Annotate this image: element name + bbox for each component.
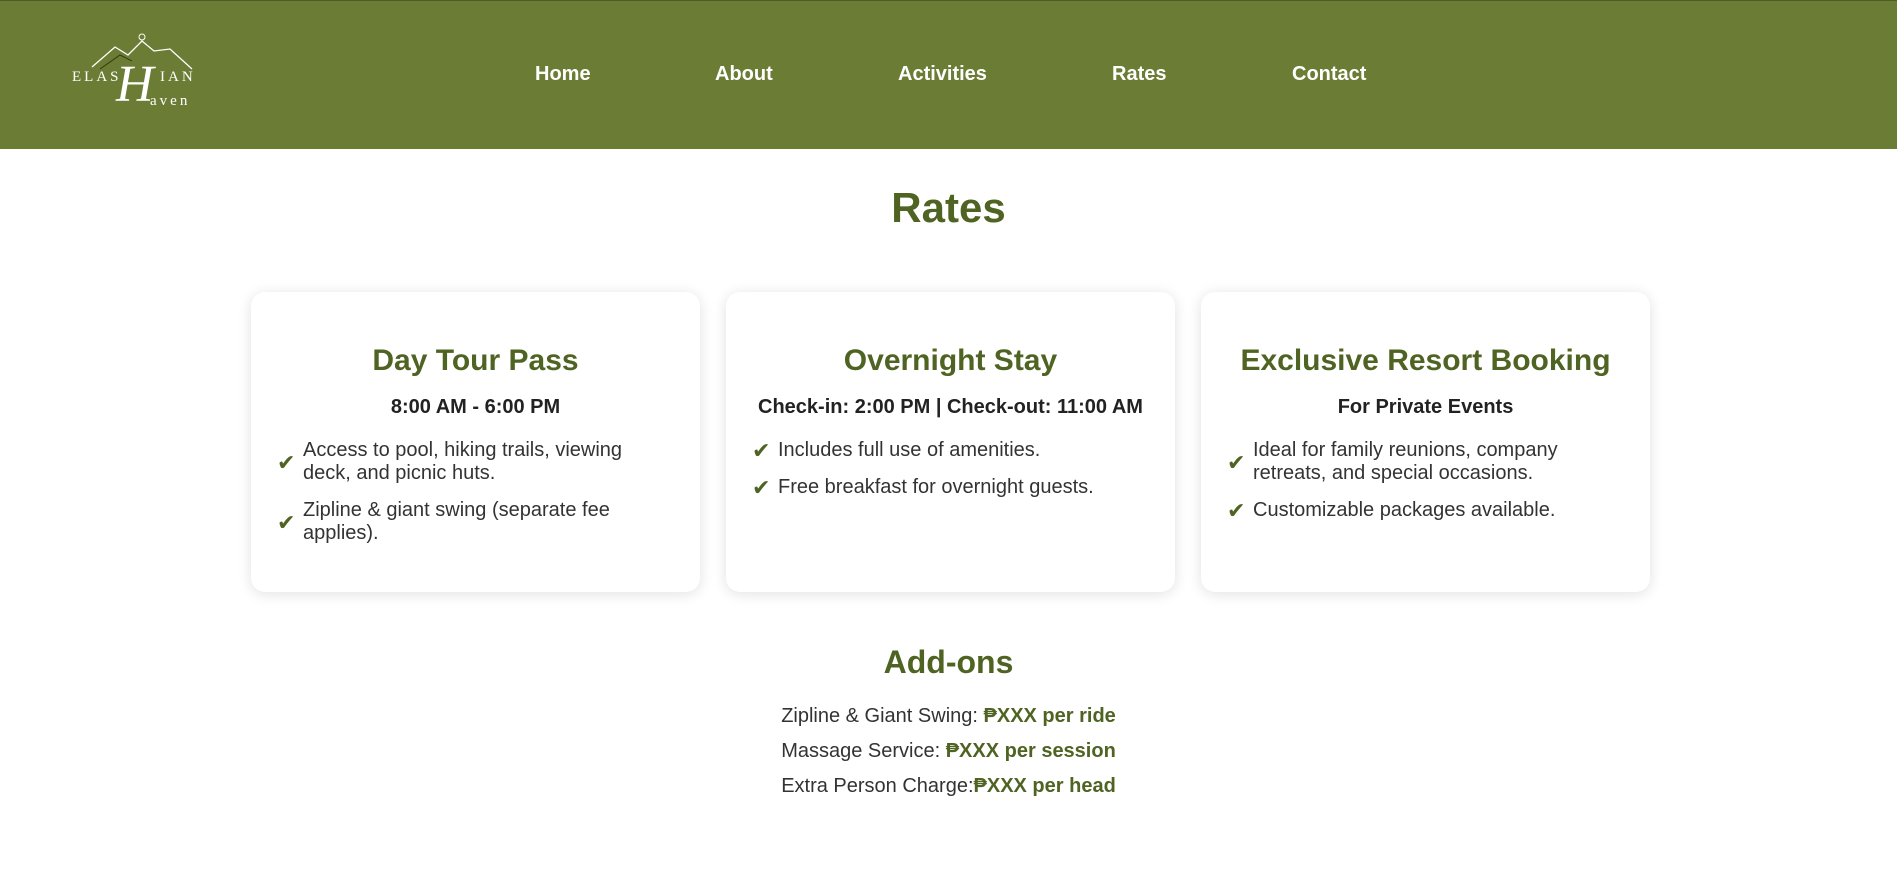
nav-activities[interactable]: Activities (898, 63, 987, 86)
addon-price: ₱XXX per head (973, 775, 1116, 797)
card-title: Day Tour Pass (372, 344, 579, 377)
feature-text: Free breakfast for overnight guests. (778, 476, 1094, 498)
feature-item: ✔ Ideal for family reunions, company ret… (1227, 439, 1624, 485)
feature-item: ✔ Customizable packages available. (1227, 499, 1624, 522)
check-icon: ✔ (277, 449, 296, 475)
rate-card-day-tour: Day Tour Pass 8:00 AM - 6:00 PM ✔ Access… (251, 292, 700, 592)
check-icon: ✔ (752, 438, 771, 463)
feature-text: Ideal for family reunions, company retre… (1253, 439, 1558, 484)
addons-list: Zipline & Giant Swing: ₱XXX per ride Mas… (0, 704, 1897, 809)
rate-card-overnight: Overnight Stay Check-in: 2:00 PM | Check… (726, 292, 1175, 592)
logo-text-bottom: aven (150, 93, 191, 109)
addons-title: Add-ons (883, 644, 1014, 680)
addon-price: ₱XXX per ride (983, 705, 1116, 727)
feature-list: ✔ Includes full use of amenities. ✔ Free… (752, 439, 1149, 499)
feature-item: ✔ Includes full use of amenities. (752, 439, 1149, 462)
addon-item: Extra Person Charge:₱XXX per head (0, 774, 1897, 798)
addon-label: Extra Person Charge: (781, 775, 974, 797)
rate-card-exclusive: Exclusive Resort Booking For Private Eve… (1201, 292, 1650, 592)
feature-item: ✔ Free breakfast for overnight guests. (752, 476, 1149, 499)
check-icon: ✔ (752, 475, 771, 500)
feature-text: Zipline & giant swing (separate fee appl… (303, 499, 610, 544)
card-subtitle: For Private Events (1337, 396, 1514, 418)
nav-contact[interactable]: Contact (1292, 63, 1412, 86)
addon-label: Zipline & Giant Swing: (781, 705, 984, 727)
check-icon: ✔ (277, 509, 296, 535)
nav-about[interactable]: About (715, 63, 773, 86)
addon-item: Zipline & Giant Swing: ₱XXX per ride (0, 704, 1897, 728)
feature-item: ✔ Access to pool, hiking trails, viewing… (277, 439, 674, 485)
rate-cards: Day Tour Pass 8:00 AM - 6:00 PM ✔ Access… (251, 292, 1650, 592)
addon-item: Massage Service: ₱XXX per session (0, 739, 1897, 763)
nav-rates[interactable]: Rates (1112, 63, 1166, 86)
addon-label: Massage Service: (781, 740, 946, 762)
page-title: Rates (891, 184, 1006, 231)
card-subtitle: Check-in: 2:00 PM | Check-out: 11:00 AM (758, 396, 1143, 418)
card-title: Overnight Stay (843, 344, 1058, 377)
feature-item: ✔ Zipline & giant swing (separate fee ap… (277, 499, 674, 545)
check-icon: ✔ (1227, 449, 1246, 475)
card-subtitle: 8:00 AM - 6:00 PM (390, 396, 561, 418)
nav-home[interactable]: Home (535, 63, 591, 86)
card-title: Exclusive Resort Booking (1240, 344, 1611, 377)
logo-text-left: ELAS (72, 69, 122, 85)
feature-text: Includes full use of amenities. (778, 439, 1041, 461)
addon-price: ₱XXX per session (945, 740, 1116, 762)
feature-text: Customizable packages available. (1253, 499, 1556, 521)
site-header: ELAS H IAN aven Home About Activities Ra… (0, 0, 1897, 149)
logo-script-letter: H (116, 56, 154, 113)
feature-list: ✔ Ideal for family reunions, company ret… (1227, 439, 1624, 522)
feature-text: Access to pool, hiking trails, viewing d… (303, 439, 623, 484)
check-icon: ✔ (1227, 498, 1246, 523)
logo-text-right: IAN (160, 69, 196, 85)
feature-list: ✔ Access to pool, hiking trails, viewing… (277, 439, 674, 545)
site-logo[interactable]: ELAS H IAN aven (70, 29, 210, 119)
